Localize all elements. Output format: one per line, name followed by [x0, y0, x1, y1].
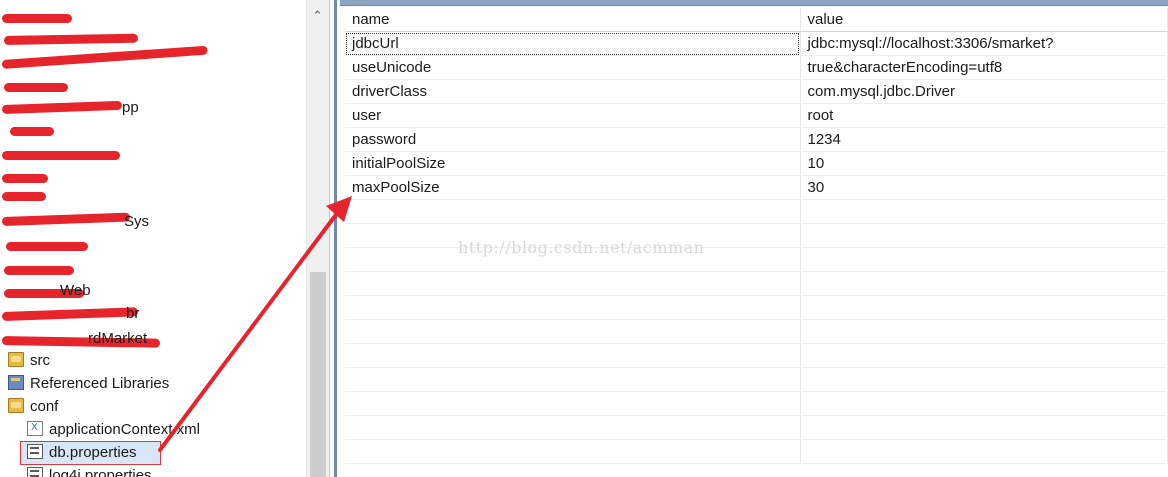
tree-item-label: db.properties — [49, 444, 137, 461]
tree-item-label: conf — [30, 398, 59, 415]
project-label-fragment[interactable]: br — [126, 305, 139, 322]
empty-row — [345, 319, 1168, 344]
column-header-name[interactable]: name — [345, 8, 801, 32]
redaction-mark — [1, 45, 208, 69]
source-folder-icon — [8, 352, 24, 367]
tree-item-applicationcontext-xml[interactable]: applicationContext.xml — [27, 417, 200, 441]
library-icon — [8, 375, 24, 390]
tree-item-db-properties[interactable]: db.properties — [27, 442, 137, 464]
project-label-fragment[interactable]: Web — [60, 282, 91, 299]
column-header-value[interactable]: value — [800, 8, 1168, 32]
property-value-cell[interactable]: 30 — [800, 175, 1168, 200]
scroll-up-arrow-icon[interactable]: ⌃ — [312, 9, 323, 24]
property-name-cell[interactable]: user — [345, 103, 801, 128]
redaction-mark — [1, 307, 139, 321]
table-row[interactable]: jdbcUrl jdbc:mysql://localhost:3306/smar… — [345, 31, 1168, 56]
redaction-mark — [2, 151, 120, 160]
property-name-cell[interactable]: jdbcUrl — [345, 31, 801, 56]
empty-row — [345, 343, 1168, 368]
empty-row — [345, 271, 1168, 296]
explorer-scrollbar[interactable]: ⌃ — [306, 0, 329, 477]
redaction-mark — [2, 174, 48, 183]
redaction-mark — [2, 14, 72, 23]
tree-item-label: log4j.properties — [49, 467, 152, 477]
property-value-cell[interactable]: jdbc:mysql://localhost:3306/smarket? — [800, 31, 1168, 56]
tree-item-referenced-libraries[interactable]: Referenced Libraries — [8, 373, 169, 395]
xml-file-icon — [27, 417, 43, 439]
property-value-cell[interactable]: 1234 — [800, 127, 1168, 152]
redaction-mark — [1, 100, 123, 114]
empty-row — [345, 391, 1168, 416]
tree-item-conf[interactable]: conf — [8, 396, 58, 418]
empty-row — [345, 415, 1168, 440]
redaction-mark — [6, 242, 88, 251]
table-row[interactable]: password 1234 — [345, 127, 1168, 152]
project-label-fragment[interactable]: rdMarket — [88, 330, 147, 347]
table-row[interactable]: useUnicode true&characterEncoding=utf8 — [345, 55, 1168, 80]
properties-file-icon — [27, 444, 43, 459]
tree-item-label: Referenced Libraries — [30, 375, 170, 392]
redaction-mark — [1, 212, 131, 226]
redaction-mark — [10, 127, 54, 136]
property-value-cell[interactable]: true&characterEncoding=utf8 — [800, 55, 1168, 80]
tree-item-log4j-properties[interactable]: log4j.properties — [27, 465, 152, 477]
tree-item-src[interactable]: src — [8, 350, 50, 372]
property-value-cell[interactable]: root — [800, 103, 1168, 128]
scrollbar-thumb[interactable] — [310, 272, 326, 477]
table-row[interactable]: maxPoolSize 30 — [345, 175, 1168, 200]
tree-item-label: applicationContext.xml — [49, 421, 200, 438]
editor-top-border — [340, 0, 1168, 6]
redaction-mark — [4, 83, 68, 92]
table-row[interactable]: driverClass com.mysql.jdbc.Driver — [345, 79, 1168, 104]
properties-file-icon — [27, 467, 43, 477]
folder-open-icon — [8, 398, 24, 413]
property-name-cell[interactable]: maxPoolSize — [345, 175, 801, 200]
empty-row — [345, 199, 1168, 224]
empty-row — [345, 367, 1168, 392]
tree-item-label: src — [30, 352, 50, 369]
empty-row — [345, 295, 1168, 320]
table-row[interactable]: initialPoolSize 10 — [345, 151, 1168, 176]
watermark-text: http://blog.csdn.net/acmman — [458, 238, 705, 257]
properties-table: name value jdbcUrl jdbc:mysql://localhos… — [345, 8, 1168, 464]
empty-row — [345, 439, 1168, 464]
redaction-mark — [2, 192, 46, 201]
property-name-cell[interactable]: password — [345, 127, 801, 152]
table-header-row: name value — [345, 8, 1168, 32]
property-value-cell[interactable]: com.mysql.jdbc.Driver — [800, 79, 1168, 104]
property-name-cell[interactable]: driverClass — [345, 79, 801, 104]
property-name-cell[interactable]: useUnicode — [345, 55, 801, 80]
property-value-cell[interactable]: 10 — [800, 151, 1168, 176]
redaction-mark — [3, 33, 139, 45]
project-label-fragment[interactable]: pp — [122, 99, 139, 116]
divider-bar — [334, 0, 337, 477]
table-row[interactable]: user root — [345, 103, 1168, 128]
property-name-cell[interactable]: initialPoolSize — [345, 151, 801, 176]
pane-divider[interactable] — [329, 0, 340, 477]
project-label-fragment[interactable]: Sys — [124, 213, 149, 230]
package-explorer: pp Sys Web br rdMarket src Referenced Li… — [0, 0, 306, 477]
redaction-mark — [4, 266, 74, 275]
